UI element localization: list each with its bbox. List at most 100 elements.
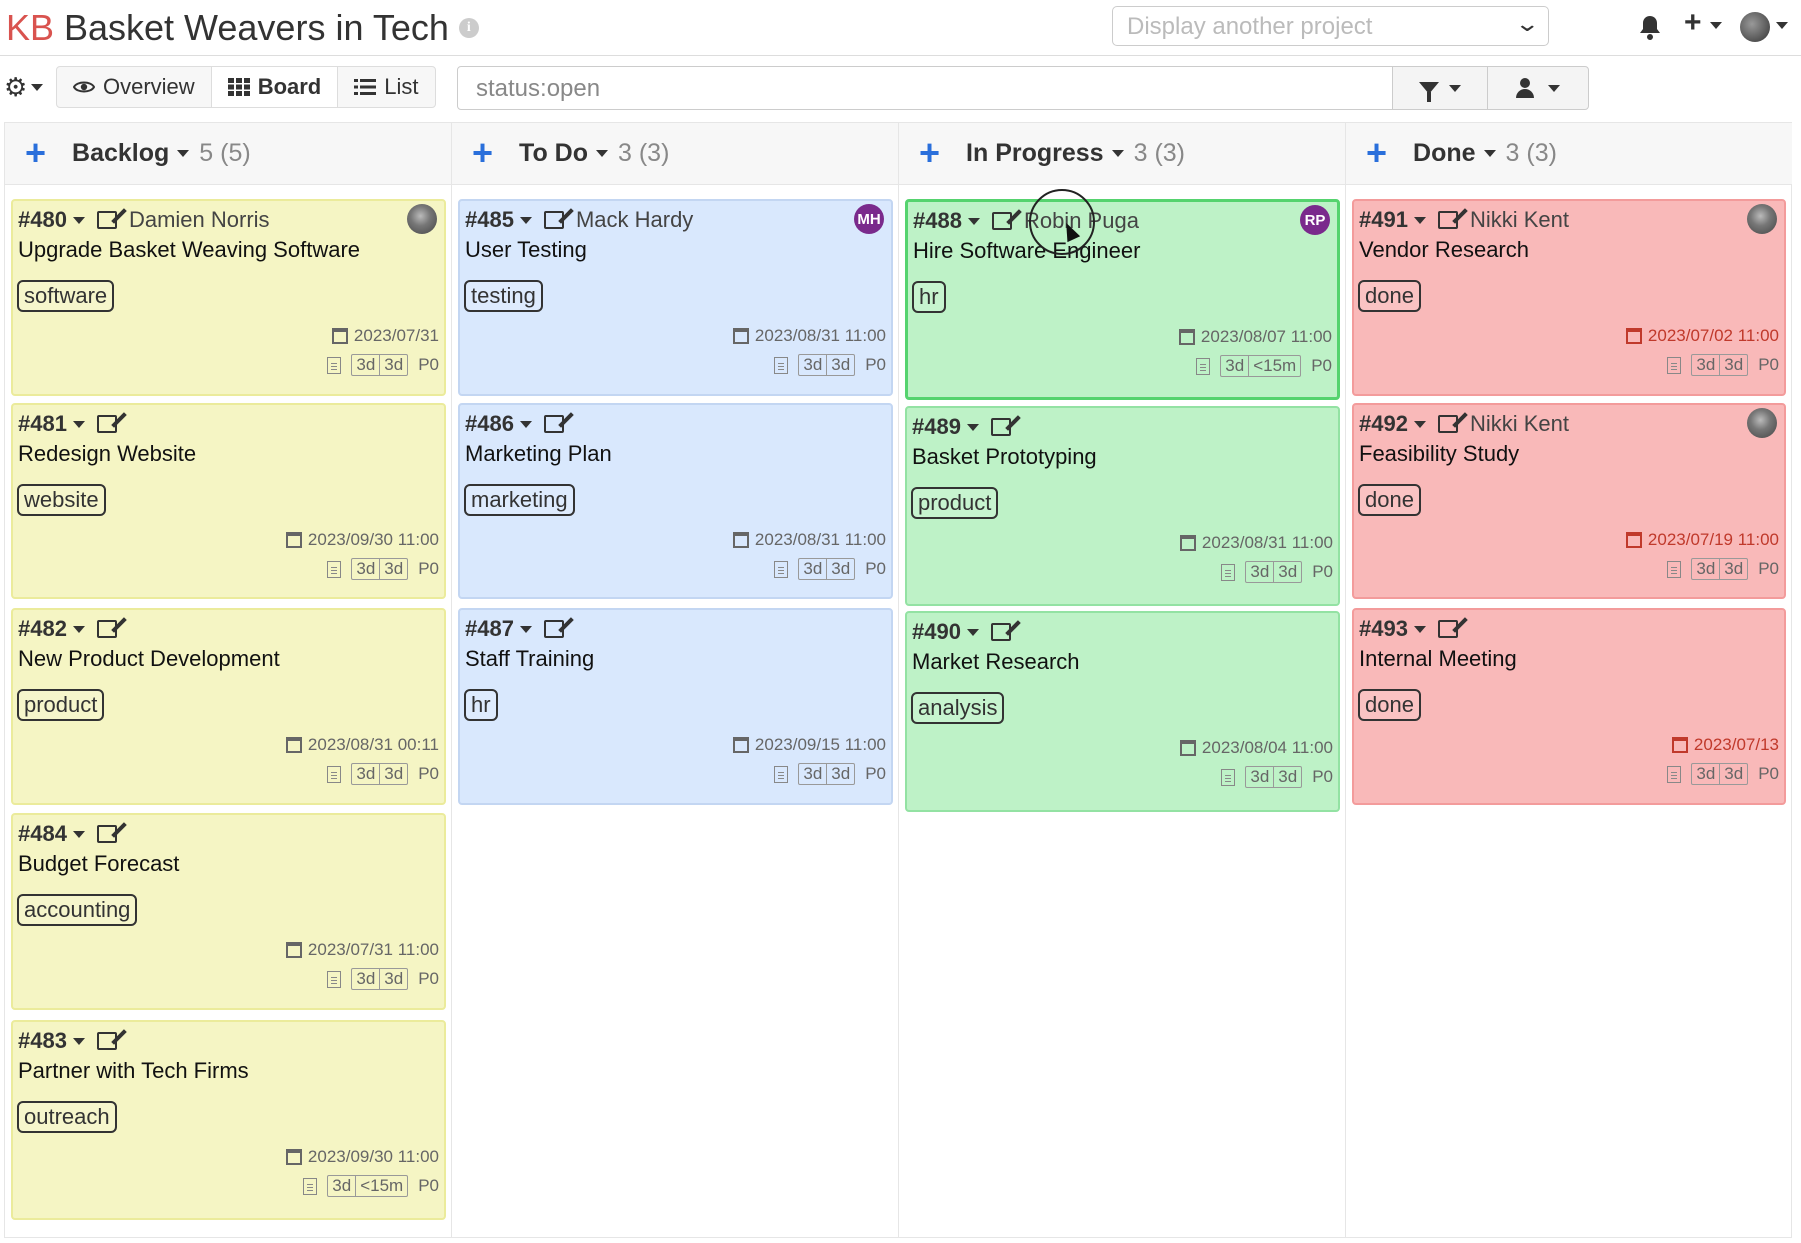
column-title[interactable]: In Progress <box>966 139 1104 168</box>
edit-icon[interactable] <box>543 211 564 229</box>
add-task-button[interactable]: + <box>919 134 940 171</box>
task-id-link[interactable]: #486 <box>465 411 514 437</box>
task-id-link[interactable]: #485 <box>465 207 514 233</box>
edit-icon[interactable] <box>543 415 564 433</box>
task-title-link[interactable]: Budget Forecast <box>18 851 179 877</box>
document-icon[interactable] <box>1667 560 1682 578</box>
task-menu-caret-icon[interactable] <box>966 423 979 431</box>
edit-icon[interactable] <box>543 620 564 638</box>
document-icon[interactable] <box>303 1177 318 1195</box>
view-list-button[interactable]: List <box>338 67 434 107</box>
task-id-link[interactable]: #491 <box>1359 207 1408 233</box>
task-title-link[interactable]: Marketing Plan <box>465 441 612 467</box>
task-tag[interactable]: marketing <box>464 484 575 516</box>
document-icon[interactable] <box>327 765 342 783</box>
task-id-link[interactable]: #489 <box>912 414 961 440</box>
view-board-button[interactable]: Board <box>211 67 339 107</box>
edit-icon[interactable] <box>96 415 117 433</box>
document-icon[interactable] <box>774 356 789 374</box>
document-icon[interactable] <box>1196 357 1211 375</box>
task-menu-caret-icon[interactable] <box>1413 420 1426 428</box>
user-menu-caret-icon[interactable] <box>1776 22 1788 29</box>
task-card[interactable]: #483 Partner with Tech Firms outreach 2023/… <box>11 1020 446 1220</box>
document-icon[interactable] <box>327 356 342 374</box>
gear-caret-icon[interactable] <box>31 84 43 91</box>
task-title-link[interactable]: Basket Prototyping <box>912 444 1097 470</box>
app-logo[interactable]: KB <box>6 7 54 49</box>
task-card[interactable]: #484 Budget Forecast accounting 2023/07/31 … <box>11 813 446 1010</box>
task-tag[interactable]: testing <box>464 280 543 312</box>
project-switcher-select[interactable]: Display another project ⌄ <box>1112 6 1549 46</box>
edit-icon[interactable] <box>96 620 117 638</box>
task-card[interactable]: #492 Nikki Kent Feasibility Study done 2023/… <box>1352 403 1786 599</box>
task-card[interactable]: #481 Redesign Website website 2023/09/30 11… <box>11 403 446 599</box>
task-tag[interactable]: analysis <box>911 692 1005 724</box>
task-tag[interactable]: hr <box>912 281 946 313</box>
document-icon[interactable] <box>1221 768 1236 786</box>
task-id-link[interactable]: #493 <box>1359 616 1408 642</box>
task-menu-caret-icon[interactable] <box>72 1037 85 1045</box>
add-menu-button[interactable]: + <box>1684 6 1702 40</box>
bell-icon[interactable] <box>1638 14 1662 40</box>
task-card[interactable]: #486 Marketing Plan marketing 2023/08/31 11… <box>458 403 893 599</box>
document-icon[interactable] <box>327 560 342 578</box>
task-menu-caret-icon[interactable] <box>72 420 85 428</box>
task-tag[interactable]: done <box>1358 689 1421 721</box>
edit-icon[interactable] <box>990 418 1011 436</box>
add-task-button[interactable]: + <box>472 134 493 171</box>
task-menu-caret-icon[interactable] <box>1413 625 1426 633</box>
task-title-link[interactable]: Upgrade Basket Weaving Software <box>18 237 360 263</box>
task-card[interactable]: #480 Damien Norris Upgrade Basket Weaving … <box>11 199 446 396</box>
task-title-link[interactable]: Hire Software Engineer <box>913 238 1140 264</box>
task-title-link[interactable]: Vendor Research <box>1359 237 1529 263</box>
edit-icon[interactable] <box>96 1032 117 1050</box>
task-tag[interactable]: outreach <box>17 1101 117 1133</box>
task-card[interactable]: #491 Nikki Kent Vendor Research done 2023/07… <box>1352 199 1786 396</box>
task-id-link[interactable]: #484 <box>18 821 67 847</box>
column-title[interactable]: Done <box>1413 139 1476 168</box>
filter-dropdown-button[interactable] <box>1392 66 1488 110</box>
task-id-link[interactable]: #481 <box>18 411 67 437</box>
edit-icon[interactable] <box>96 825 117 843</box>
document-icon[interactable] <box>327 970 342 988</box>
task-menu-caret-icon[interactable] <box>1413 216 1426 224</box>
column-title[interactable]: To Do <box>519 139 588 168</box>
user-avatar[interactable] <box>1740 12 1770 42</box>
task-menu-caret-icon[interactable] <box>519 625 532 633</box>
task-title-link[interactable]: Redesign Website <box>18 441 196 467</box>
task-tag[interactable]: done <box>1358 280 1421 312</box>
task-title-link[interactable]: Partner with Tech Firms <box>18 1058 249 1084</box>
task-menu-caret-icon[interactable] <box>966 628 979 636</box>
edit-icon[interactable] <box>96 211 117 229</box>
add-menu-caret-icon[interactable] <box>1710 22 1722 29</box>
document-icon[interactable] <box>774 560 789 578</box>
column-menu-caret-icon[interactable] <box>596 150 608 157</box>
document-icon[interactable] <box>1221 563 1236 581</box>
task-tag[interactable]: website <box>17 484 106 516</box>
add-task-button[interactable]: + <box>25 134 46 171</box>
task-id-link[interactable]: #482 <box>18 616 67 642</box>
task-id-link[interactable]: #492 <box>1359 411 1408 437</box>
edit-icon[interactable] <box>1437 211 1458 229</box>
task-menu-caret-icon[interactable] <box>72 216 85 224</box>
task-id-link[interactable]: #488 <box>913 208 962 234</box>
task-card[interactable]: #490 Market Research analysis 2023/08/04 11… <box>905 611 1340 812</box>
task-card[interactable]: #489 Basket Prototyping product 2023/08/31 … <box>905 406 1340 606</box>
view-overview-button[interactable]: Overview <box>57 67 212 107</box>
document-icon[interactable] <box>1667 765 1682 783</box>
task-tag[interactable]: product <box>911 487 999 519</box>
task-menu-caret-icon[interactable] <box>519 420 532 428</box>
task-menu-caret-icon[interactable] <box>519 216 532 224</box>
task-title-link[interactable]: Staff Training <box>465 646 594 672</box>
info-icon[interactable]: i <box>458 18 479 39</box>
search-input[interactable]: status:open <box>457 66 1393 110</box>
task-id-link[interactable]: #490 <box>912 619 961 645</box>
task-card[interactable]: #488 Robin Puga RP Hire Software Engineer hr… <box>905 199 1340 400</box>
edit-icon[interactable] <box>991 212 1012 230</box>
task-tag[interactable]: accounting <box>17 894 138 926</box>
task-card[interactable]: #482 New Product Development product 2023/0… <box>11 608 446 805</box>
task-card[interactable]: #493 Internal Meeting done 2023/07/13 3d 3d P0 <box>1352 608 1786 805</box>
task-title-link[interactable]: Feasibility Study <box>1359 441 1519 467</box>
user-filter-dropdown-button[interactable] <box>1487 66 1589 110</box>
task-id-link[interactable]: #483 <box>18 1028 67 1054</box>
